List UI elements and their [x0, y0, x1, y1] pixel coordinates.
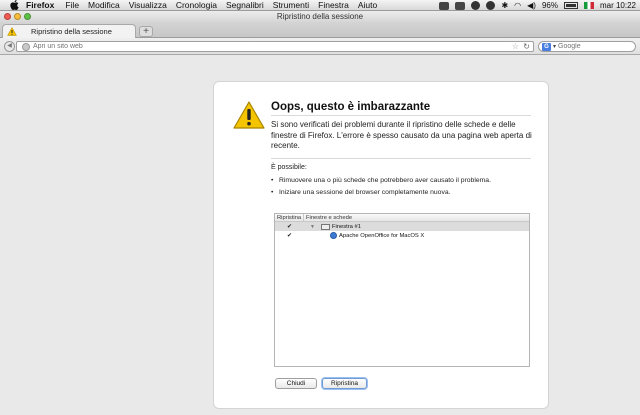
status-app-icon[interactable]	[455, 1, 466, 10]
status-app-icon[interactable]	[471, 1, 481, 10]
url-bar[interactable]: ☆ ↻	[16, 41, 534, 52]
globe-icon	[22, 42, 30, 51]
menu-cronologia[interactable]: Cronologia	[176, 0, 217, 11]
navigation-bar: ◀ ☆ ↻ G ▾	[0, 38, 640, 55]
menu-segnalibri[interactable]: Segnalibri	[226, 0, 264, 11]
page-content: Oops, questo è imbarazzante Si sono veri…	[0, 56, 640, 415]
possible-label: È possibile:	[271, 164, 307, 171]
menu-strumenti[interactable]: Strumenti	[273, 0, 309, 11]
window-title: Ripristino della sessione	[276, 12, 364, 21]
tab-label: Ripristino della sessione	[31, 27, 112, 36]
window-titlebar: Ripristino della sessione	[0, 11, 640, 22]
tab-title: Apache OpenOffice for MacOS X	[339, 232, 425, 239]
clock[interactable]: mar 10:22	[600, 0, 636, 11]
list-item: Iniziare una sessione del browser comple…	[271, 189, 541, 196]
back-button[interactable]: ◀	[4, 41, 15, 52]
expand-triangle-icon[interactable]: ▼	[310, 224, 315, 230]
status-area: ✱ ◠ ◀) 96% mar 10:22	[433, 0, 636, 11]
tree-row-tab[interactable]: ✔ Apache OpenOffice for MacOS X	[275, 231, 529, 240]
apple-icon[interactable]	[10, 0, 20, 10]
tree-row-window[interactable]: ✔ ▼ Finestra #1	[275, 222, 529, 231]
restore-checkbox[interactable]: ✔	[275, 232, 304, 239]
volume-icon[interactable]: ◀)	[527, 0, 536, 11]
url-input[interactable]	[33, 43, 493, 50]
reload-icon[interactable]: ↻	[523, 42, 530, 51]
search-bar[interactable]: G ▾	[538, 41, 636, 52]
session-restore-card: Oops, questo è imbarazzante Si sono veri…	[213, 81, 549, 409]
menu-modifica[interactable]: Modifica	[88, 0, 120, 11]
column-header-restore[interactable]: Ripristina	[275, 214, 304, 221]
column-header-windows[interactable]: Finestre e schede	[304, 214, 352, 221]
menu-visualizza[interactable]: Visualizza	[129, 0, 167, 11]
restore-tree[interactable]: Ripristina Finestre e schede ✔ ▼ Finestr…	[274, 213, 530, 367]
restore-checkbox[interactable]: ✔	[275, 223, 304, 230]
restore-button[interactable]: Ripristina	[322, 378, 367, 389]
window-label: Finestra #1	[331, 223, 361, 230]
divider	[271, 115, 531, 116]
battery-percent[interactable]: 96%	[542, 0, 558, 11]
status-app-icon[interactable]	[486, 1, 496, 10]
menu-file[interactable]: File	[65, 0, 79, 11]
warning-icon	[233, 101, 265, 129]
page-favicon-icon	[330, 232, 337, 239]
close-button[interactable]: Chiudi	[275, 378, 317, 389]
tab-session-restore[interactable]: Ripristino della sessione	[2, 24, 136, 38]
italian-flag-icon[interactable]	[583, 2, 594, 9]
divider	[271, 158, 531, 159]
menu-bar: Firefox File Modifica Visualizza Cronolo…	[0, 0, 640, 11]
menu-aiuto[interactable]: Aiuto	[358, 0, 377, 11]
status-app-icon[interactable]	[439, 1, 450, 10]
window-icon	[320, 223, 330, 230]
tree-header: Ripristina Finestre e schede	[275, 214, 529, 222]
options-list: Rimuovere una o più schede che potrebber…	[271, 177, 541, 201]
list-item: Rimuovere una o più schede che potrebber…	[271, 177, 541, 184]
chevron-down-icon[interactable]: ▾	[553, 43, 556, 50]
warning-icon	[7, 27, 17, 36]
search-input[interactable]	[558, 43, 629, 50]
new-tab-button[interactable]: +	[139, 26, 153, 37]
bluetooth-icon[interactable]: ✱	[501, 0, 508, 11]
battery-icon[interactable]	[563, 2, 578, 9]
menu-finestra[interactable]: Finestra	[318, 0, 349, 11]
error-description: Si sono verificati dei problemi durante …	[271, 120, 532, 150]
page-title: Oops, questo è imbarazzante	[271, 101, 431, 113]
menu-app-name[interactable]: Firefox	[26, 0, 54, 11]
wifi-icon[interactable]: ◠	[514, 0, 521, 11]
bookmark-star-icon[interactable]: ☆	[512, 42, 519, 51]
tab-strip: Ripristino della sessione +	[0, 22, 640, 38]
google-engine-icon[interactable]: G	[542, 42, 551, 51]
